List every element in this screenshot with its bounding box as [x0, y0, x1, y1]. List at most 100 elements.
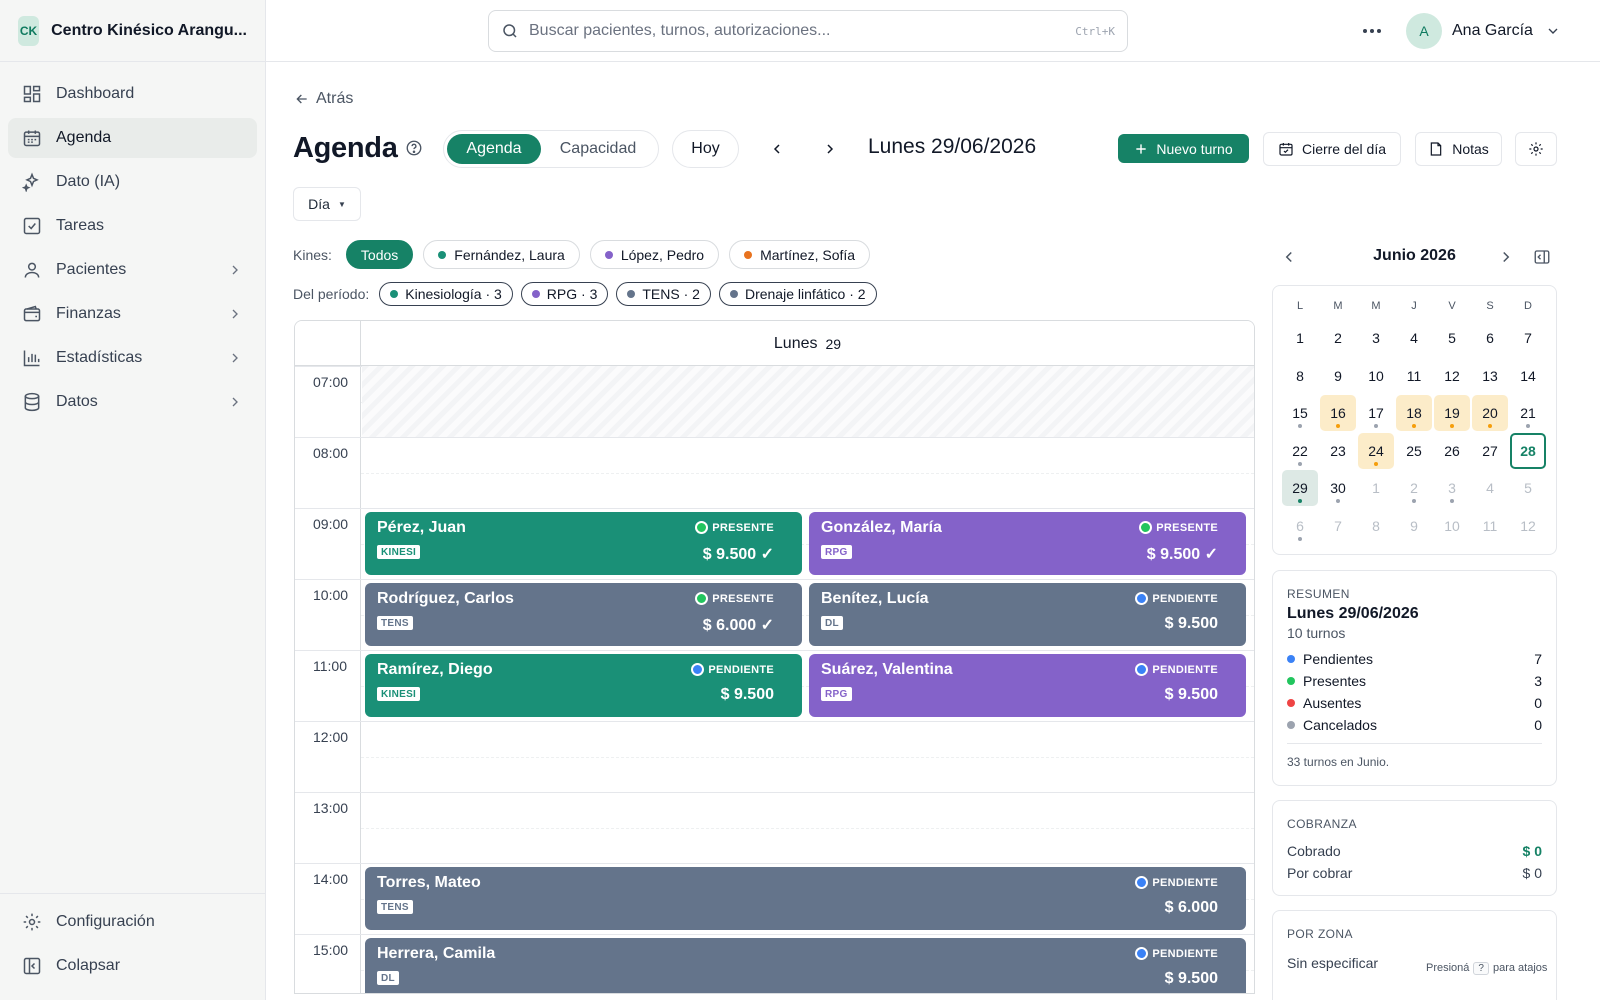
status-badge[interactable]: PENDIENTE: [1135, 947, 1218, 960]
settings-button[interactable]: [1515, 132, 1557, 166]
view-select[interactable]: Día ▼: [293, 187, 361, 221]
prev-day-button[interactable]: [766, 138, 788, 160]
calendar-day[interactable]: 10: [1434, 508, 1470, 544]
calendar-day[interactable]: 14: [1510, 358, 1546, 394]
help-icon[interactable]: [405, 139, 423, 157]
sidebar-item-dashboard[interactable]: Dashboard: [8, 74, 257, 114]
calendar-day[interactable]: 6: [1282, 508, 1318, 544]
close-day-button[interactable]: Cierre del día: [1263, 132, 1401, 166]
calendar-day[interactable]: 25: [1396, 433, 1432, 469]
status-badge[interactable]: PENDIENTE: [1135, 663, 1218, 676]
today-button[interactable]: Hoy: [672, 130, 739, 168]
period-chip-kinesiologia[interactable]: Kinesiología · 3: [379, 282, 513, 306]
calendar-day[interactable]: 4: [1472, 470, 1508, 506]
shortcut-hint[interactable]: Presioná ? para atajos: [1420, 958, 1554, 978]
notes-button[interactable]: Notas: [1415, 132, 1502, 166]
calendar-day[interactable]: 30: [1320, 470, 1356, 506]
weekday-label: M: [1371, 300, 1381, 312]
search-input[interactable]: [529, 22, 1076, 40]
sidebar-item-finanzas[interactable]: Finanzas: [8, 294, 257, 334]
calendar-day[interactable]: 22: [1282, 433, 1318, 469]
appointment-card[interactable]: Torres, Mateo TENS PENDIENTE $ 6.000: [365, 867, 1246, 930]
brand[interactable]: CK Centro Kinésico Arangu...: [0, 0, 265, 62]
calendar-day[interactable]: 11: [1472, 508, 1508, 544]
sidebar-item-pacientes[interactable]: Pacientes: [8, 250, 257, 290]
search-box[interactable]: Ctrl+K: [488, 10, 1128, 52]
calendar-day[interactable]: 26: [1434, 433, 1470, 469]
calendar-day[interactable]: 5: [1510, 470, 1546, 506]
next-day-button[interactable]: [819, 138, 841, 160]
calendar-day[interactable]: 23: [1320, 433, 1356, 469]
calendar-day[interactable]: 7: [1320, 508, 1356, 544]
calendar-day[interactable]: 10: [1358, 358, 1394, 394]
kine-chip-fernandez[interactable]: Fernández, Laura: [423, 240, 580, 269]
period-chip-tens[interactable]: TENS · 2: [616, 282, 711, 306]
calendar-day[interactable]: 27: [1472, 433, 1508, 469]
appointment-card[interactable]: Pérez, Juan KINESI PRESENTE $ 9.500 ✓: [365, 512, 802, 575]
back-link[interactable]: Atrás: [294, 90, 353, 108]
calendar-day[interactable]: 29: [1282, 470, 1318, 506]
calendar-day[interactable]: 16: [1320, 395, 1356, 431]
calendar-day[interactable]: 8: [1282, 358, 1318, 394]
sidebar-item-label: Tareas: [56, 217, 105, 234]
calendar-day[interactable]: 3: [1434, 470, 1470, 506]
calendar-day[interactable]: 7: [1510, 320, 1546, 356]
status-badge[interactable]: PENDIENTE: [1135, 876, 1218, 889]
calendar-day[interactable]: 2: [1396, 470, 1432, 506]
calendar-day[interactable]: 8: [1358, 508, 1394, 544]
sidebar-item-colapsar[interactable]: Colapsar: [8, 946, 257, 986]
calendar-day[interactable]: 2: [1320, 320, 1356, 356]
more-options-button[interactable]: [1358, 18, 1386, 44]
calendar-day[interactable]: 20: [1472, 395, 1508, 431]
status-badge[interactable]: PRESENTE: [695, 521, 774, 534]
kine-chip-martinez[interactable]: Martínez, Sofía: [729, 240, 871, 269]
calendar-day[interactable]: 19: [1434, 395, 1470, 431]
calendar-day[interactable]: 21: [1510, 395, 1546, 431]
calendar-day[interactable]: 4: [1396, 320, 1432, 356]
calendar-day[interactable]: 12: [1434, 358, 1470, 394]
calendar-day[interactable]: 18: [1396, 395, 1432, 431]
calendar-day[interactable]: 1: [1358, 470, 1394, 506]
kine-chip-lopez[interactable]: López, Pedro: [589, 240, 720, 269]
calendar-day[interactable]: 1: [1282, 320, 1318, 356]
calendar-day[interactable]: 24: [1358, 432, 1394, 469]
sidebar-item-agenda[interactable]: Agenda: [8, 118, 257, 158]
sidebar-panel-icon[interactable]: [1533, 248, 1551, 266]
period-chip-rpg[interactable]: RPG · 3: [520, 282, 609, 306]
new-appointment-button[interactable]: Nuevo turno: [1118, 134, 1249, 163]
weekday-label: J: [1411, 300, 1417, 312]
period-chip-drenaje[interactable]: Drenaje linfático · 2: [718, 282, 877, 306]
chevron-right-icon[interactable]: [1497, 248, 1515, 266]
appointment-card[interactable]: Ramírez, Diego KINESI PENDIENTE $ 9.500: [365, 654, 802, 717]
calendar-day[interactable]: 15: [1282, 395, 1318, 431]
user-menu[interactable]: A Ana García: [1406, 13, 1561, 49]
calendar-day[interactable]: 12: [1510, 508, 1546, 544]
calendar-day[interactable]: 6: [1472, 320, 1508, 356]
kine-chip-todos[interactable]: Todos: [345, 240, 414, 269]
sidebar-item-datos[interactable]: Datos: [8, 382, 257, 422]
status-badge[interactable]: PENDIENTE: [691, 663, 774, 676]
calendar-day[interactable]: 13: [1472, 358, 1508, 394]
appointment-card[interactable]: Rodríguez, Carlos TENS PRESENTE $ 6.000 ✓: [365, 583, 802, 646]
calendar-day[interactable]: 9: [1320, 358, 1356, 394]
sidebar-item-configuracion[interactable]: Configuración: [8, 902, 257, 942]
appointment-card[interactable]: González, María RPG PRESENTE $ 9.500 ✓: [809, 512, 1246, 575]
appointment-card[interactable]: Benítez, Lucía DL PENDIENTE $ 9.500: [809, 583, 1246, 646]
status-badge[interactable]: PRESENTE: [695, 592, 774, 605]
page-title: Agenda: [293, 132, 398, 164]
sidebar-item-tareas[interactable]: Tareas: [8, 206, 257, 246]
calendar-day[interactable]: 17: [1358, 395, 1394, 431]
sidebar-item-estadisticas[interactable]: Estadísticas: [8, 338, 257, 378]
sidebar-item-dato-ia[interactable]: Dato (IA): [8, 162, 257, 202]
calendar-day[interactable]: 9: [1396, 508, 1432, 544]
tab-agenda[interactable]: Agenda: [447, 134, 541, 164]
status-badge[interactable]: PENDIENTE: [1135, 592, 1218, 605]
tab-capacidad[interactable]: Capacidad: [541, 134, 655, 164]
calendar-day[interactable]: 28: [1510, 432, 1546, 469]
status-badge[interactable]: PRESENTE: [1139, 521, 1218, 534]
calendar-day[interactable]: 3: [1358, 320, 1394, 356]
calendar-day[interactable]: 5: [1434, 320, 1470, 356]
calendar-day[interactable]: 11: [1396, 358, 1432, 394]
appointment-card[interactable]: Herrera, Camila DL PENDIENTE $ 9.500: [365, 938, 1246, 993]
appointment-card[interactable]: Suárez, Valentina RPG PENDIENTE $ 9.500: [809, 654, 1246, 717]
